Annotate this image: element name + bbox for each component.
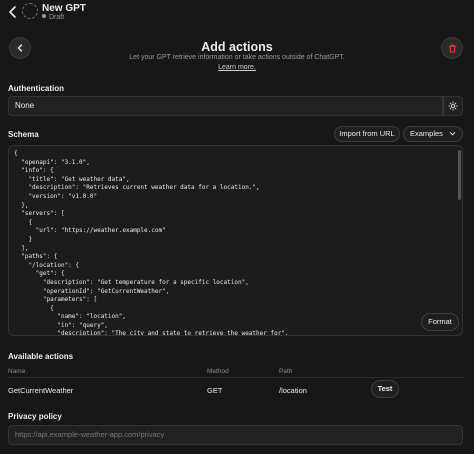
import-from-url-button[interactable]: Import from URL [334, 126, 400, 142]
status-dot-icon [42, 14, 46, 18]
action-name: GetCurrentWeather [8, 386, 74, 395]
privacy-policy-label: Privacy policy [8, 412, 62, 421]
examples-dropdown-label: Examples [410, 129, 443, 138]
schema-editor[interactable]: { "openapi": "3.1.0", "info": { "title":… [8, 145, 463, 336]
gpt-name: New GPT [42, 3, 86, 14]
column-header-path: Path [279, 368, 293, 375]
authentication-label: Authentication [8, 84, 64, 93]
column-header-name: Name [8, 368, 26, 375]
page-title: Add actions [201, 40, 273, 54]
page-subtitle: Let your GPT retrieve information or tak… [129, 54, 345, 61]
action-method: GET [207, 386, 223, 395]
gear-icon [448, 101, 458, 111]
schema-label: Schema [8, 130, 39, 139]
table-divider [8, 377, 463, 378]
chevron-down-icon [449, 132, 456, 136]
action-path: /location [279, 386, 307, 395]
authentication-select[interactable]: None [8, 96, 443, 116]
trash-icon [448, 44, 456, 53]
examples-dropdown[interactable]: Examples [403, 126, 463, 142]
available-actions-label: Available actions [8, 352, 74, 361]
authentication-settings-button[interactable] [443, 96, 463, 116]
schema-code[interactable]: { "openapi": "3.1.0", "info": { "title":… [14, 150, 289, 335]
test-action-button[interactable]: Test [371, 380, 399, 398]
learn-more-link[interactable]: Learn more. [0, 64, 474, 71]
privacy-policy-input[interactable]: https://api.example-weather-app.com/priv… [8, 425, 463, 445]
top-bar: New GPT Draft [0, 0, 474, 28]
gpt-status-label: Draft [49, 14, 65, 21]
schema-scrollbar[interactable] [458, 150, 461, 200]
format-button[interactable]: Format [421, 313, 459, 331]
gpt-avatar [22, 3, 38, 19]
column-header-method: Method [207, 368, 229, 375]
gpt-status: Draft [42, 14, 64, 21]
delete-action-button[interactable] [441, 37, 463, 59]
back-chevron-icon[interactable] [6, 4, 20, 20]
